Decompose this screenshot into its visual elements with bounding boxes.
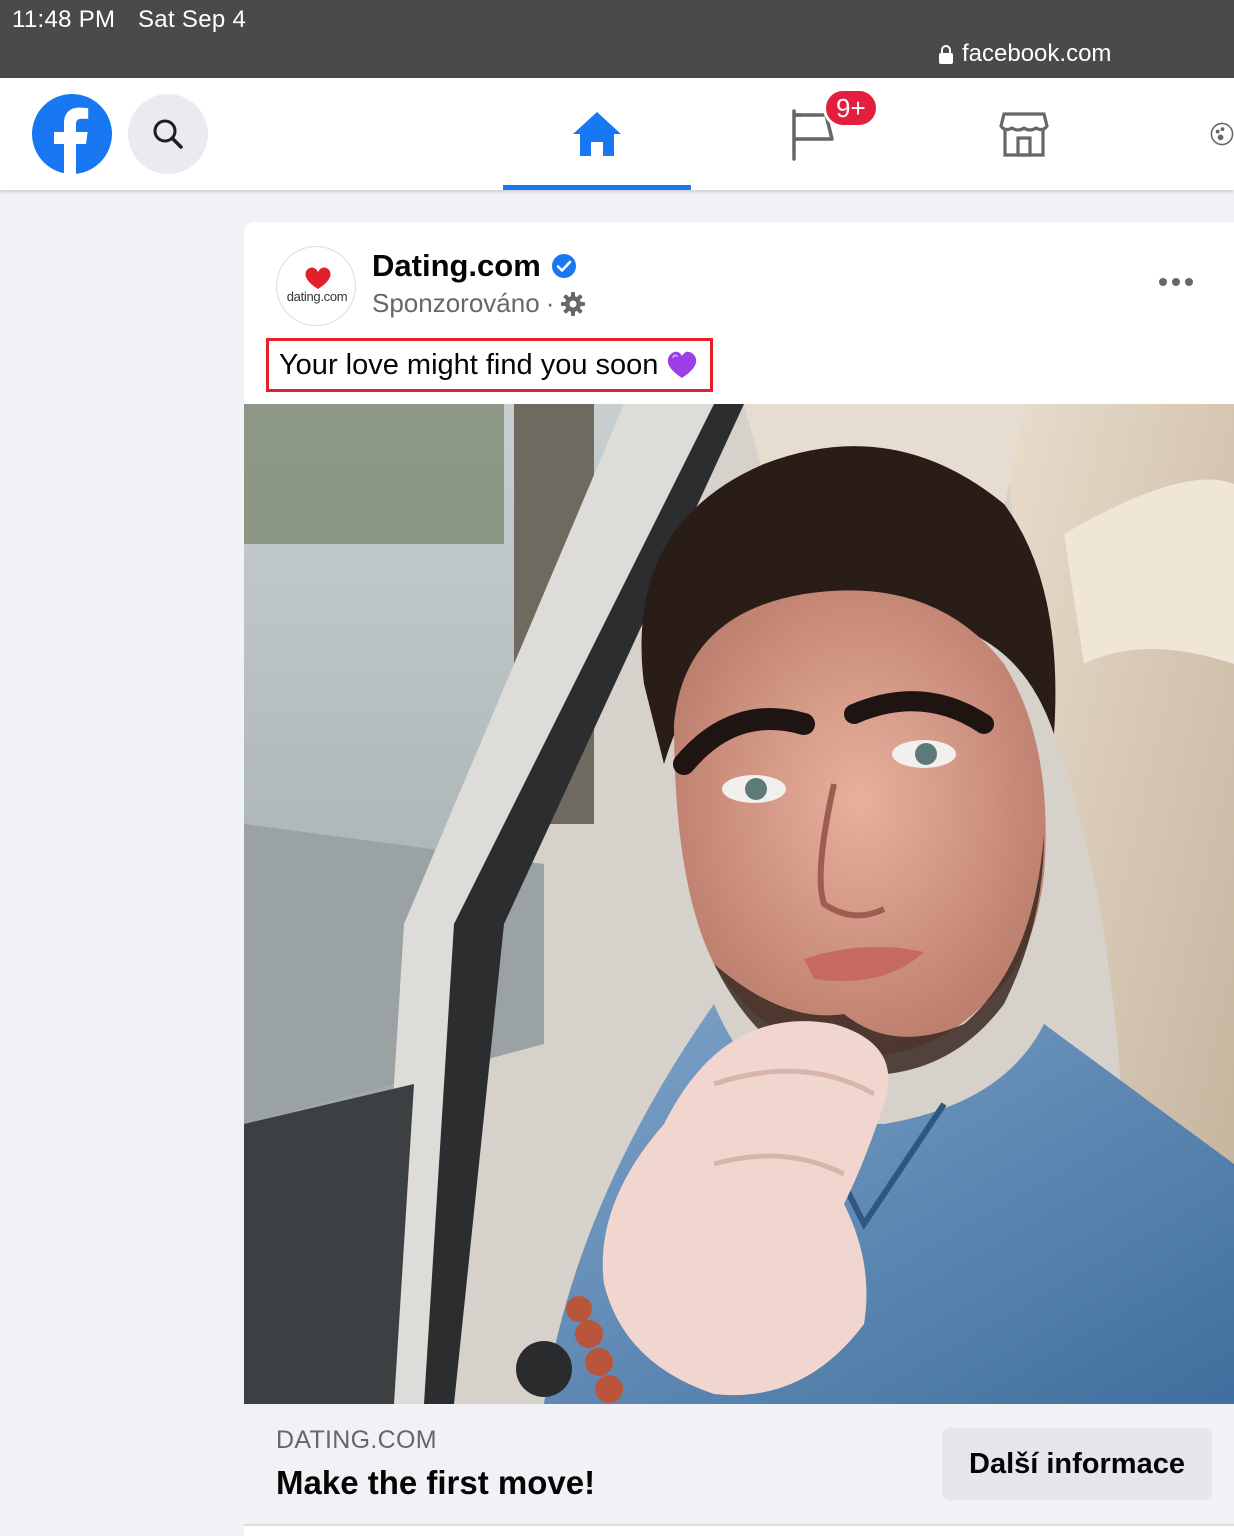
sponsored-line: Sponzorováno · [372, 288, 586, 319]
sponsored-post: dating.com Dating.com Sponzorováno · You… [244, 222, 1234, 1536]
more-icon [1159, 278, 1167, 286]
tab-marketplace[interactable] [930, 78, 1118, 190]
link-headline: Make the first move! [276, 1464, 596, 1501]
home-icon [573, 112, 621, 156]
status-date: Sat Sep 4 [138, 6, 247, 33]
sponsored-label[interactable]: Sponzorováno [372, 288, 540, 319]
page-avatar[interactable]: dating.com [276, 246, 356, 326]
verified-badge-icon [551, 254, 576, 278]
separator-dot: · [545, 288, 555, 318]
facebook-logo-icon[interactable] [32, 94, 112, 174]
groups-icon [1210, 122, 1234, 146]
post-text-content: Your love might find you soon [279, 348, 659, 381]
status-time: 11:48 PM [12, 6, 116, 33]
avatar-wordmark: dating.com [286, 289, 348, 304]
search-icon [153, 119, 183, 149]
notification-badge: 9+ [823, 88, 879, 128]
learn-more-button[interactable]: Další informace [942, 1428, 1212, 1500]
more-options-button[interactable] [1152, 262, 1200, 302]
store-icon [999, 112, 1049, 157]
heart-logo-icon [305, 267, 331, 289]
gear-icon[interactable] [560, 291, 586, 317]
top-navigation: 9+ [0, 78, 1234, 190]
purple-heart-emoji [668, 351, 697, 378]
tab-groups[interactable] [1140, 78, 1234, 190]
more-icon-dot [1185, 278, 1193, 286]
address-bar[interactable]: facebook.com [938, 40, 1111, 68]
link-domain: DATING.COM [276, 1426, 437, 1454]
post-text: Your love might find you soon [266, 338, 714, 392]
active-tab-indicator [503, 185, 691, 190]
lock-icon [939, 45, 953, 64]
page-name-text[interactable]: Dating.com [372, 248, 541, 284]
link-preview[interactable]: DATING.COM Make the first move! Další in… [244, 1404, 1234, 1526]
tab-pages[interactable]: 9+ [718, 78, 906, 190]
ad-photo-illustration [244, 404, 1234, 1404]
search-button[interactable] [128, 94, 208, 174]
tab-home[interactable] [503, 78, 691, 190]
more-icon-dot [1172, 278, 1180, 286]
ad-image[interactable] [244, 404, 1234, 1404]
url-text: facebook.com [962, 40, 1112, 67]
status-bar: 11:48 PM Sat Sep 4 facebook.com [0, 0, 1234, 78]
page-name[interactable]: Dating.com [372, 248, 577, 284]
